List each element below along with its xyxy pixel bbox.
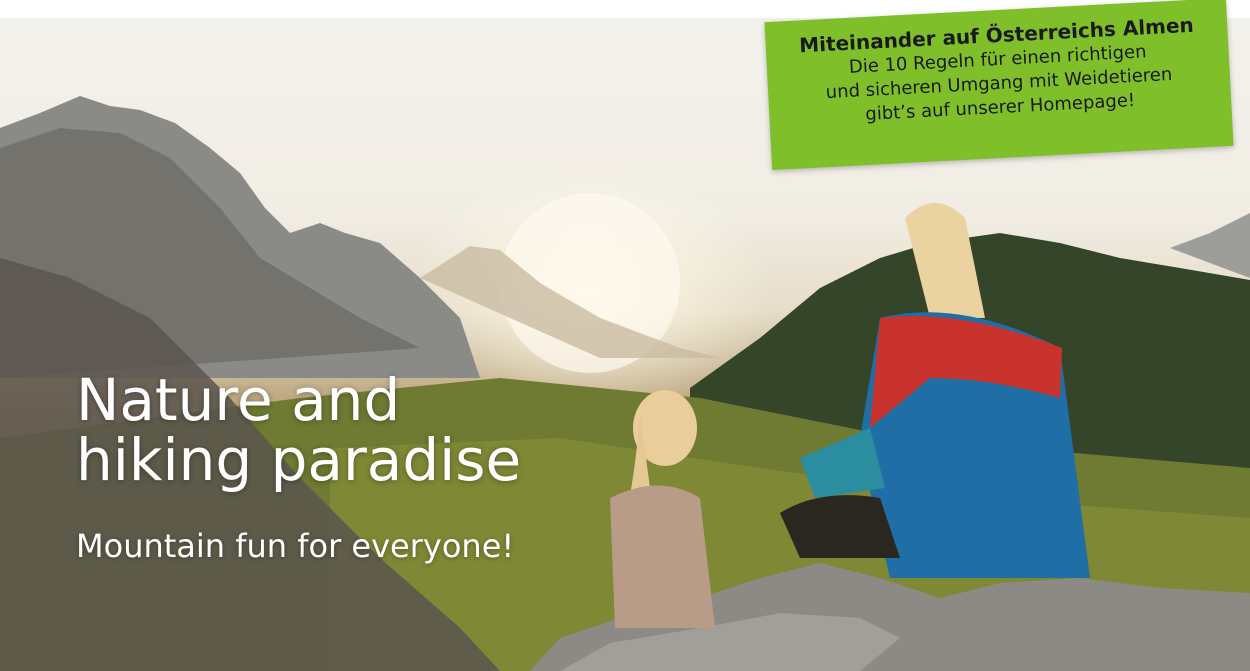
headline: Nature and hiking paradise: [76, 370, 521, 490]
headline-line-2: hiking paradise: [76, 426, 522, 494]
subheadline: Mountain fun for everyone!: [76, 527, 515, 565]
headline-line-1: Nature and: [76, 366, 401, 434]
alpine-rules-notice-banner[interactable]: Miteinander auf Österreichs Almen Die 10…: [764, 0, 1234, 170]
